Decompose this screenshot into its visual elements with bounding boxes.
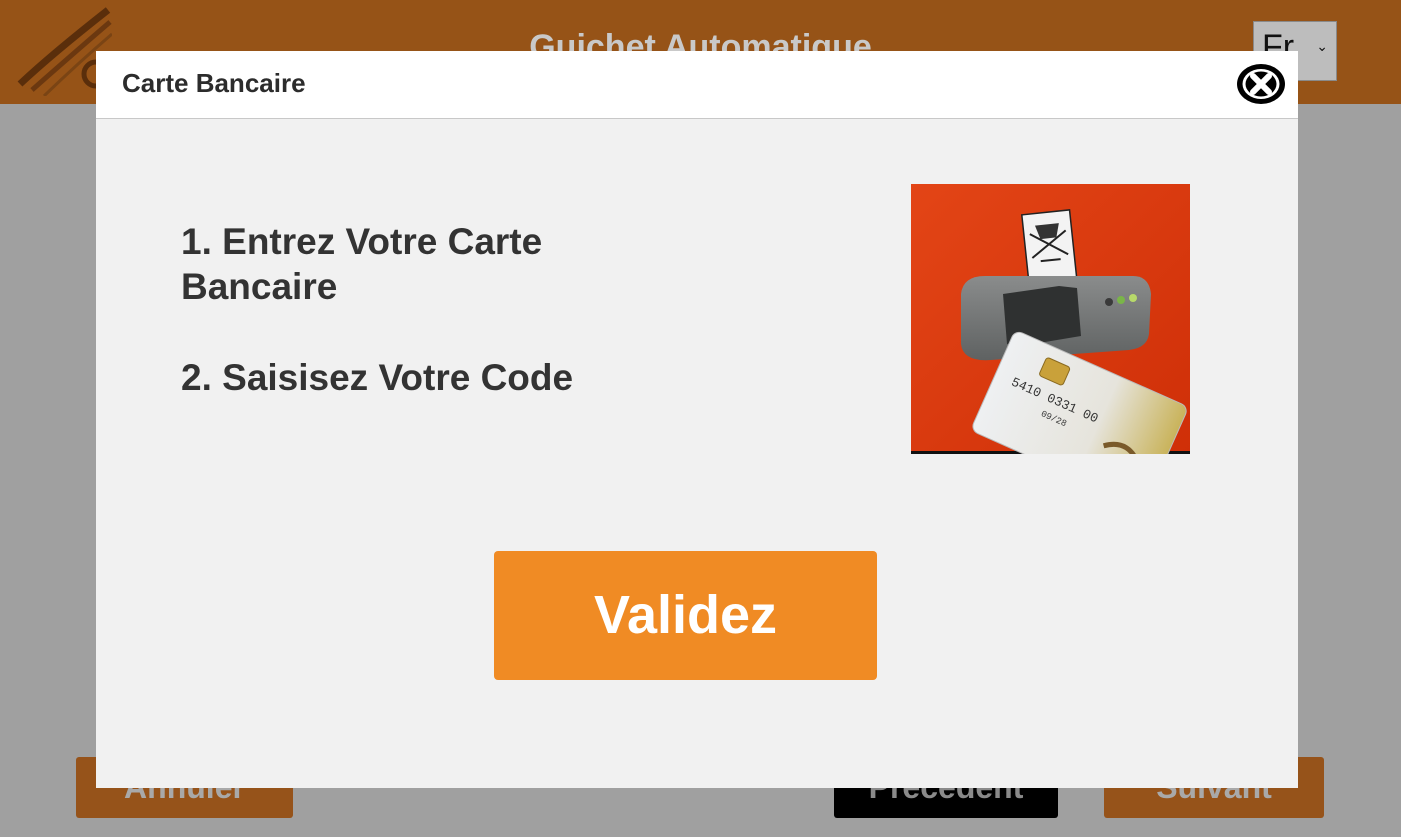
instruction-step-1: 1. Entrez Votre Carte Bancaire	[181, 221, 543, 307]
dialog-header: Carte Bancaire	[96, 51, 1298, 119]
instruction-step-2: 2. Saisisez Votre Code	[181, 357, 574, 398]
card-sticker	[1020, 209, 1078, 284]
bank-card-dialog: Carte Bancaire 1. Entrez Votre Carte Ban…	[96, 51, 1298, 788]
dialog-title: Carte Bancaire	[122, 68, 306, 98]
validate-button[interactable]: Validez	[494, 551, 877, 680]
close-icon[interactable]	[1235, 62, 1287, 106]
chevron-down-icon: ⌄	[1316, 38, 1328, 54]
card-insert-image: 5410 0331 00 09/28	[911, 184, 1190, 454]
